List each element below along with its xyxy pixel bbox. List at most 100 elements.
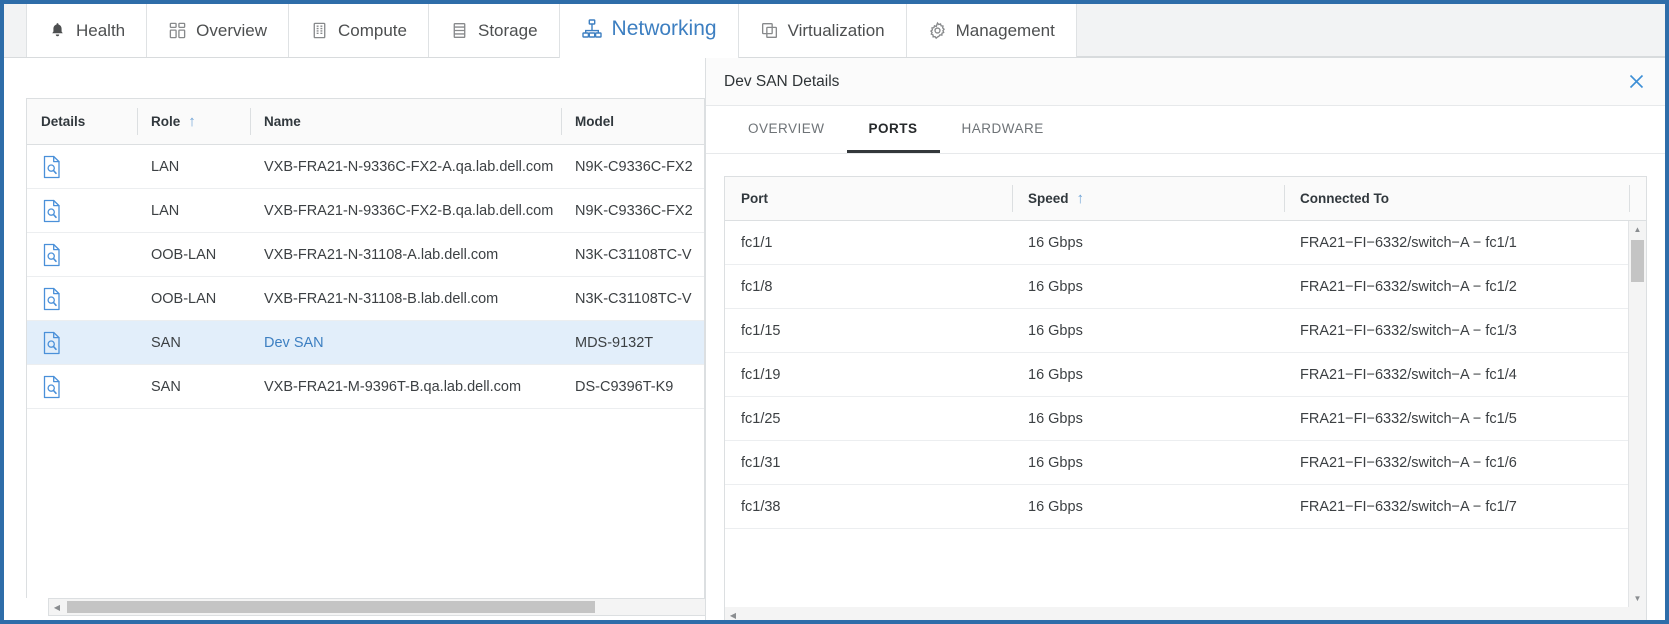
table-row[interactable]: LAN VXB-FRA21-N-9336C-FX2-B.qa.lab.dell.c… (27, 189, 704, 233)
name-cell: VXB-FRA21-N-31108-B.lab.dell.com (264, 290, 499, 307)
details-cell (27, 199, 137, 223)
ports-table-row[interactable]: fc1/19 16 Gbps FRA21−FI−6332/switch−A − fc… (725, 353, 1628, 397)
port-cell: fc1/8 (741, 278, 773, 295)
connected-to-cell: FRA21−FI−6332/switch−A − fc1/5 (1300, 410, 1517, 427)
model-cell: N3K-C31108TC-V (575, 246, 692, 263)
speed-cell: 16 Gbps (1028, 278, 1083, 295)
table-row[interactable]: SAN Dev SAN MDS-9132T (27, 321, 704, 365)
detail-tab-ports[interactable]: PORTS (846, 106, 940, 153)
speed-cell: 16 Gbps (1028, 410, 1083, 427)
name-cell: VXB-FRA21-N-31108-A.lab.dell.com (264, 246, 499, 263)
application-window: Health Overview Compute Storage Networking Vi… (0, 0, 1669, 624)
table-row[interactable]: LAN VXB-FRA21-N-9336C-FX2-A.qa.lab.dell.c… (27, 145, 704, 189)
ports-table-row[interactable]: fc1/8 16 Gbps FRA21−FI−6332/switch−A − fc1… (725, 265, 1628, 309)
column-header-model[interactable]: Model (561, 99, 704, 144)
scroll-up-arrow-icon[interactable]: ▲ (1629, 221, 1646, 238)
ports-column-header-connected-to[interactable]: Connected To (1284, 177, 1629, 220)
details-cell (27, 331, 137, 355)
column-header-details[interactable]: Details (27, 99, 137, 144)
document-search-icon[interactable] (41, 375, 63, 399)
detail-panel-body: Port Speed ↑ Connected To fc1/1 16 Gbps FR… (706, 154, 1665, 621)
port-cell: fc1/31 (741, 454, 781, 471)
ports-grid-body: fc1/1 16 Gbps FRA21−FI−6332/switch−A − fc1… (725, 221, 1628, 607)
ports-hscroll-track[interactable] (741, 608, 1646, 621)
ports-grid-scroll-region: fc1/1 16 Gbps FRA21−FI−6332/switch−A − fc1… (725, 221, 1646, 607)
port-cell: fc1/25 (741, 410, 781, 427)
ports-vscroll-thumb[interactable] (1631, 240, 1644, 282)
ports-table-row[interactable]: fc1/15 16 Gbps FRA21−FI−6332/switch−A − fc… (725, 309, 1628, 353)
tab-health[interactable]: Health (26, 4, 148, 57)
column-header-name[interactable]: Name (250, 99, 561, 144)
table-row[interactable]: OOB-LAN VXB-FRA21-N-31108-A.lab.dell.com N… (27, 233, 704, 277)
ports-table-row[interactable]: fc1/25 16 Gbps FRA21−FI−6332/switch−A − fc… (725, 397, 1628, 441)
ports-table-row[interactable]: fc1/31 16 Gbps FRA21−FI−6332/switch−A − fc… (725, 441, 1628, 485)
device-grid-body: LAN VXB-FRA21-N-9336C-FX2-A.qa.lab.dell.c… (27, 145, 704, 598)
device-grid-hscroll-track[interactable] (65, 599, 732, 615)
tab-compute[interactable]: Compute (288, 4, 429, 57)
details-cell (27, 155, 137, 179)
role-cell: OOB-LAN (151, 246, 217, 263)
table-row[interactable]: OOB-LAN VXB-FRA21-N-31108-B.lab.dell.com N… (27, 277, 704, 321)
ports-vertical-scrollbar[interactable]: ▲ ▼ (1628, 221, 1646, 607)
tab-virtualization[interactable]: Virtualization (737, 4, 907, 57)
server-icon (310, 21, 329, 40)
column-header-details-label: Details (41, 114, 86, 129)
role-cell: SAN (151, 378, 181, 395)
name-cell: VXB-FRA21-N-9336C-FX2-A.qa.lab.dell.com (264, 158, 554, 175)
sort-ascending-icon: ↑ (188, 113, 196, 130)
role-cell: OOB-LAN (151, 290, 217, 307)
detail-panel-title: Dev SAN Details (724, 72, 840, 90)
tab-label: Networking (611, 17, 717, 40)
tab-bar-filler (1075, 4, 1665, 57)
model-cell: N9K-C9336C-FX2 (575, 202, 693, 219)
role-cell: SAN (151, 334, 181, 351)
tab-management[interactable]: Management (905, 4, 1077, 57)
tab-label: Virtualization (787, 21, 885, 40)
network-tree-icon (581, 18, 603, 40)
content-area: Details Role ↑ Name Model LAN VXB-FRA21-N… (4, 58, 1665, 621)
scroll-left-arrow-icon[interactable]: ◀ (49, 599, 65, 615)
tab-storage[interactable]: Storage (427, 4, 560, 57)
tab-overview[interactable]: Overview (146, 4, 289, 57)
tab-label: Overview (196, 21, 267, 40)
ports-horizontal-scrollbar[interactable]: ◀ (724, 607, 1647, 621)
speed-cell: 16 Gbps (1028, 234, 1083, 251)
device-grid-horizontal-scrollbar[interactable]: ◀ ▶ (48, 598, 749, 616)
connected-to-cell: FRA21−FI−6332/switch−A − fc1/6 (1300, 454, 1517, 471)
document-search-icon[interactable] (41, 155, 63, 179)
grid-icon (168, 21, 187, 40)
ports-sort-ascending-icon: ↑ (1076, 190, 1085, 207)
copy-window-icon (760, 21, 779, 40)
name-cell[interactable]: Dev SAN (250, 335, 561, 351)
detail-tab-hardware[interactable]: HARDWARE (940, 106, 1066, 153)
speed-cell: 16 Gbps (1028, 322, 1083, 339)
ports-column-header-speed[interactable]: Speed ↑ (1012, 177, 1284, 220)
column-header-role[interactable]: Role ↑ (137, 99, 250, 144)
details-cell (27, 243, 137, 267)
ports-table-row[interactable]: fc1/1 16 Gbps FRA21−FI−6332/switch−A − fc1… (725, 221, 1628, 265)
details-cell (27, 287, 137, 311)
port-cell: fc1/19 (741, 366, 781, 383)
document-search-icon[interactable] (41, 243, 63, 267)
ports-vscroll-track[interactable] (1629, 238, 1646, 590)
document-search-icon[interactable] (41, 287, 63, 311)
model-cell: DS-C9396T-K9 (575, 378, 674, 395)
detail-tab-overview[interactable]: OVERVIEW (726, 106, 847, 153)
column-header-model-label: Model (575, 114, 614, 129)
role-cell: LAN (151, 158, 180, 175)
table-row[interactable]: SAN VXB-FRA21-M-9396T-B.qa.lab.dell.com DS… (27, 365, 704, 409)
connected-to-cell: FRA21−FI−6332/switch−A − fc1/7 (1300, 498, 1517, 515)
ports-table-row[interactable]: fc1/38 16 Gbps FRA21−FI−6332/switch−A − fc… (725, 485, 1628, 529)
close-icon[interactable] (1623, 69, 1649, 95)
detail-panel: Dev SAN Details OVERVIEW PORTS HARDWARE Po… (705, 58, 1665, 621)
tab-networking[interactable]: Networking (558, 4, 739, 58)
device-grid-hscroll-thumb[interactable] (67, 601, 595, 613)
scroll-down-arrow-icon[interactable]: ▼ (1629, 590, 1646, 607)
storage-stack-icon (450, 21, 469, 40)
bell-icon (48, 21, 67, 40)
document-search-icon[interactable] (41, 331, 63, 355)
ports-column-header-port[interactable]: Port (725, 177, 1012, 220)
name-cell: VXB-FRA21-M-9396T-B.qa.lab.dell.com (264, 378, 522, 395)
document-search-icon[interactable] (41, 199, 63, 223)
tab-label: Health (76, 21, 126, 40)
